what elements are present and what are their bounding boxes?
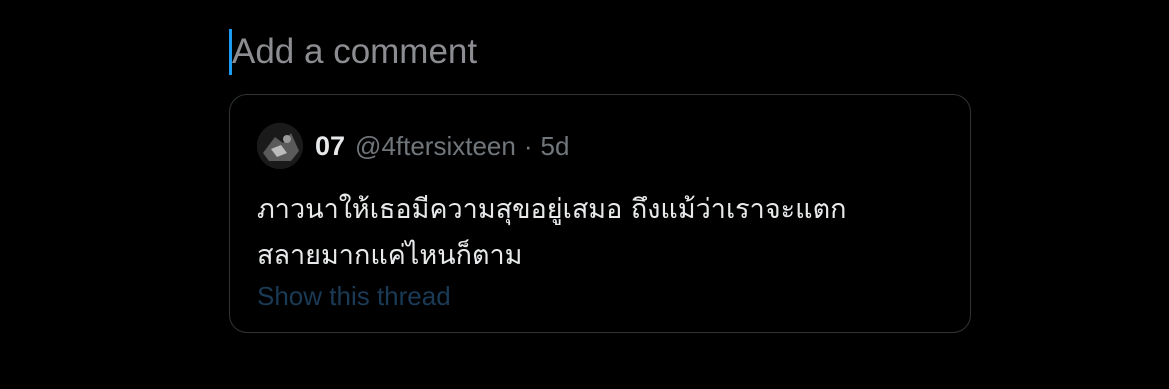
comment-compose-area[interactable] [229, 26, 974, 78]
separator-dot: · [523, 130, 533, 161]
quoted-tweet-header: 07 @4ftersixteen · 5d [257, 123, 569, 169]
show-thread-link[interactable]: Show this thread [257, 281, 451, 312]
timestamp[interactable]: 5d [541, 131, 570, 162]
display-name[interactable]: 07 [315, 131, 345, 162]
user-handle[interactable]: @4ftersixteen [355, 131, 516, 162]
quoted-tweet-text: ภาวนาให้เธอมีความสุขอยู่เสมอ ถึงแม้ว่าเร… [257, 187, 947, 279]
quoted-tweet-text-line: สลายมากแค่ไหนก็ตาม [257, 240, 523, 271]
quoted-tweet-card[interactable]: 07 @4ftersixteen · 5d ภาวนาให้เธอมีความส… [229, 94, 971, 333]
reply-compose-screen: 07 @4ftersixteen · 5d ภาวนาให้เธอมีความส… [0, 0, 1169, 389]
comment-input[interactable] [232, 28, 832, 76]
user-avatar-icon [257, 123, 303, 169]
avatar[interactable] [257, 123, 303, 169]
quoted-tweet-text-line: ภาวนาให้เธอมีความสุขอยู่เสมอ ถึงแม้ว่าเร… [257, 194, 847, 225]
